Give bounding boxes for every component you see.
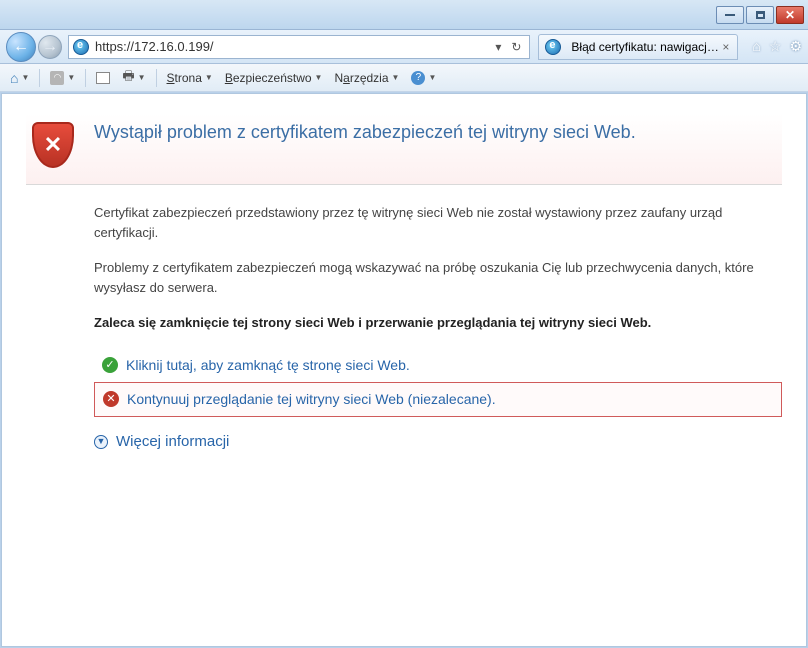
tab-close-button[interactable]: × bbox=[720, 40, 731, 54]
read-mail-button[interactable] bbox=[92, 70, 114, 86]
tab-title: Błąd certyfikatu: nawigacja ... bbox=[571, 40, 720, 54]
chevron-down-icon: ▼ bbox=[67, 73, 75, 82]
cert-paragraph-1: Certyfikat zabezpieczeń przedstawiony pr… bbox=[94, 203, 782, 242]
safety-menu-label: Bezpieczeństwo bbox=[225, 71, 312, 85]
separator bbox=[156, 69, 157, 87]
chevron-down-icon: ▼ bbox=[138, 73, 146, 82]
warning-shield-icon: ✕ bbox=[103, 391, 119, 407]
expand-arrow-icon[interactable]: ▼ bbox=[94, 435, 108, 449]
refresh-button[interactable]: ↻ bbox=[507, 40, 525, 54]
forward-button[interactable]: → bbox=[38, 35, 62, 59]
navigation-bar: ← → ▾ ↻ Błąd certyfikatu: nawigacja ... … bbox=[0, 30, 808, 64]
minimize-icon bbox=[725, 14, 735, 16]
cert-recommendation: Zaleca się zamknięcie tej strony sieci W… bbox=[94, 313, 782, 333]
settings-gear-icon[interactable]: ⚙ bbox=[789, 38, 802, 55]
close-icon: ✕ bbox=[785, 9, 795, 21]
chrome-controls: ⌂ ☆ ⚙ bbox=[752, 38, 802, 55]
close-page-link[interactable]: Kliknij tutaj, aby zamknąć tę stronę sie… bbox=[126, 355, 410, 376]
cert-error-title: Wystąpił problem z certyfikatem zabezpie… bbox=[94, 122, 636, 143]
chevron-down-icon: ▼ bbox=[21, 73, 29, 82]
more-info-link[interactable]: Więcej informacji bbox=[116, 431, 229, 454]
maximize-button[interactable] bbox=[746, 6, 774, 24]
maximize-icon bbox=[756, 11, 765, 19]
address-bar[interactable]: ▾ ↻ bbox=[68, 35, 530, 59]
arrow-right-icon: → bbox=[42, 38, 58, 56]
tools-menu[interactable]: Narzędzia ▼ bbox=[330, 69, 403, 87]
arrow-left-icon: ← bbox=[13, 38, 29, 56]
cert-paragraph-2: Problemy z certyfikatem zabezpieczeń mog… bbox=[94, 258, 782, 297]
separator bbox=[39, 69, 40, 87]
tab-favicon-icon bbox=[545, 39, 561, 55]
help-icon: ? bbox=[411, 71, 425, 85]
print-icon: 🖶 bbox=[122, 67, 134, 89]
continue-action: ✕ Kontynuuj przeglądanie tej witryny sie… bbox=[94, 382, 782, 417]
more-info-row: ▼ Więcej informacji bbox=[94, 431, 782, 454]
separator bbox=[85, 69, 86, 87]
page-menu-label: Strona bbox=[167, 71, 202, 85]
tools-menu-label: Narzędzia bbox=[334, 71, 388, 85]
page-content: ✕ Wystąpił problem z certyfikatem zabezp… bbox=[1, 93, 807, 647]
browser-tab[interactable]: Błąd certyfikatu: nawigacja ... × bbox=[538, 34, 738, 60]
check-shield-icon: ✓ bbox=[102, 357, 118, 373]
home-icon[interactable]: ⌂ bbox=[752, 38, 760, 55]
continue-link[interactable]: Kontynuuj przeglądanie tej witryny sieci… bbox=[127, 389, 496, 410]
shield-error-icon: ✕ bbox=[32, 122, 74, 168]
safety-menu[interactable]: Bezpieczeństwo▼ bbox=[221, 69, 327, 87]
cert-error-body: Certyfikat zabezpieczeń przedstawiony pr… bbox=[94, 203, 782, 453]
home-menu[interactable]: ⌂▼ bbox=[6, 68, 33, 88]
mail-icon bbox=[96, 72, 110, 84]
cert-actions: ✓ Kliknij tutaj, aby zamknąć tę stronę s… bbox=[94, 349, 782, 417]
rss-icon: ◠ bbox=[50, 71, 64, 85]
chevron-down-icon: ▼ bbox=[205, 73, 213, 82]
minimize-button[interactable] bbox=[716, 6, 744, 24]
cert-error-header: ✕ Wystąpił problem z certyfikatem zabezp… bbox=[26, 114, 782, 185]
ie-logo-icon bbox=[73, 39, 89, 55]
url-input[interactable] bbox=[95, 39, 489, 54]
back-button[interactable]: ← bbox=[6, 32, 36, 62]
command-bar: ⌂▼ ◠▼ 🖶▼ Strona▼ Bezpieczeństwo▼ Narzędz… bbox=[0, 64, 808, 92]
help-menu[interactable]: ?▼ bbox=[407, 69, 440, 87]
favorites-icon[interactable]: ☆ bbox=[769, 38, 782, 55]
chevron-down-icon: ▼ bbox=[315, 73, 323, 82]
chevron-down-icon: ▼ bbox=[428, 73, 436, 82]
feeds-menu[interactable]: ◠▼ bbox=[46, 69, 79, 87]
url-dropdown-icon[interactable]: ▾ bbox=[489, 40, 507, 54]
chevron-down-icon: ▼ bbox=[392, 73, 400, 82]
page-menu[interactable]: Strona▼ bbox=[163, 69, 217, 87]
window-titlebar: ✕ bbox=[0, 0, 808, 30]
close-window-button[interactable]: ✕ bbox=[776, 6, 804, 24]
close-page-action: ✓ Kliknij tutaj, aby zamknąć tę stronę s… bbox=[94, 349, 782, 382]
home-small-icon: ⌂ bbox=[10, 70, 18, 86]
print-menu[interactable]: 🖶▼ bbox=[118, 65, 149, 91]
